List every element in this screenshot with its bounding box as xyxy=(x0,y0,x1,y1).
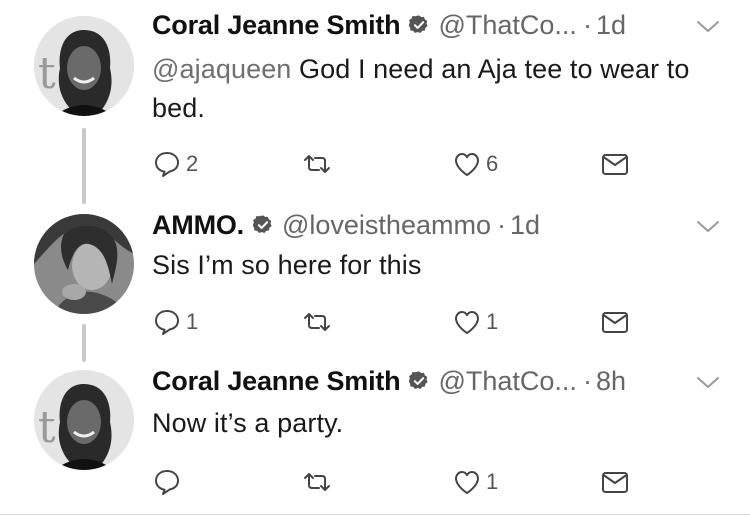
chevron-down-icon[interactable] xyxy=(694,372,722,392)
retweet-icon xyxy=(304,155,330,173)
reply-button[interactable] xyxy=(152,464,186,500)
reply-count: 1 xyxy=(186,309,199,334)
tweet[interactable]: t Coral Jeanne Smith @ThatCo... · 8h Now… xyxy=(0,366,750,516)
display-name[interactable]: Coral Jeanne Smith xyxy=(152,366,401,397)
mention-link[interactable]: @ajaqueen xyxy=(152,54,291,84)
bottom-divider xyxy=(0,514,750,515)
retweet-icon xyxy=(304,473,330,491)
display-name[interactable]: Coral Jeanne Smith xyxy=(152,10,401,41)
envelope-icon xyxy=(602,312,628,333)
verified-badge-icon xyxy=(252,215,272,233)
separator-dot: · xyxy=(582,366,592,396)
avatar-image xyxy=(34,214,134,314)
display-name[interactable]: AMMO. xyxy=(152,210,244,241)
tweet[interactable]: t Coral Jeanne Smith @ThatCo... · 1d @aj… xyxy=(0,10,750,200)
chevron-down-icon[interactable] xyxy=(694,216,722,236)
reply-icon xyxy=(155,470,179,495)
separator-dot: · xyxy=(496,210,506,240)
like-button[interactable]: 1 xyxy=(452,304,498,340)
timestamp[interactable]: 8h xyxy=(596,366,626,397)
tweet-text-content: Sis I’m so here for this xyxy=(152,250,422,280)
like-button[interactable]: 6 xyxy=(452,146,498,182)
retweet-button[interactable] xyxy=(302,146,336,182)
retweet-button[interactable] xyxy=(302,464,336,500)
tweet-text-content: Now it’s a party. xyxy=(152,408,344,438)
reply-icon xyxy=(155,152,179,177)
verified-badge-icon xyxy=(409,371,429,389)
tweet[interactable]: AMMO. @loveistheammo · 1d Sis I’m so her… xyxy=(0,210,750,360)
tweet-actions: 1 xyxy=(152,464,642,500)
reply-icon xyxy=(155,310,179,335)
tweet-header: Coral Jeanne Smith @ThatCo... · 1d xyxy=(152,10,722,50)
user-handle[interactable]: @ThatCo... xyxy=(438,366,576,397)
timestamp[interactable]: 1d xyxy=(510,210,540,241)
verified-badge-icon xyxy=(409,15,429,33)
tweet-header: Coral Jeanne Smith @ThatCo... · 8h xyxy=(152,366,722,406)
retweet-button[interactable] xyxy=(302,304,336,340)
user-handle[interactable]: @loveistheammo xyxy=(282,210,491,241)
like-count: 6 xyxy=(486,151,499,176)
like-button[interactable]: 1 xyxy=(452,464,498,500)
like-count: 1 xyxy=(486,469,499,494)
user-handle[interactable]: @ThatCo... xyxy=(438,10,576,41)
separator-dot: · xyxy=(582,10,592,40)
heart-icon xyxy=(455,471,479,494)
avatar-image: t xyxy=(34,370,134,470)
envelope-icon xyxy=(602,472,628,493)
direct-message-button[interactable] xyxy=(600,146,630,182)
chevron-down-icon[interactable] xyxy=(694,16,722,36)
tweet-text: @ajaqueen God I need an Aja tee to wear … xyxy=(152,50,722,128)
avatar-image: t xyxy=(34,16,134,116)
reply-button[interactable]: 1 xyxy=(152,304,198,340)
tweet-text: Sis I’m so here for this xyxy=(152,246,722,285)
timestamp[interactable]: 1d xyxy=(596,10,626,41)
svg-text:t: t xyxy=(38,48,56,99)
heart-icon xyxy=(455,153,479,176)
heart-icon xyxy=(455,311,479,334)
direct-message-button[interactable] xyxy=(600,304,630,340)
avatar[interactable]: t xyxy=(34,370,134,470)
tweet-header: AMMO. @loveistheammo · 1d xyxy=(152,210,722,250)
svg-text:t: t xyxy=(38,402,56,453)
avatar[interactable] xyxy=(34,214,134,314)
reply-count: 2 xyxy=(186,151,199,176)
direct-message-button[interactable] xyxy=(600,464,630,500)
tweet-text: Now it’s a party. xyxy=(152,404,722,443)
like-count: 1 xyxy=(486,309,499,334)
avatar[interactable]: t xyxy=(34,16,134,116)
reply-button[interactable]: 2 xyxy=(152,146,198,182)
tweet-actions: 2 6 xyxy=(152,146,642,182)
tweet-actions: 1 1 xyxy=(152,304,642,340)
retweet-icon xyxy=(304,313,330,331)
envelope-icon xyxy=(602,154,628,175)
